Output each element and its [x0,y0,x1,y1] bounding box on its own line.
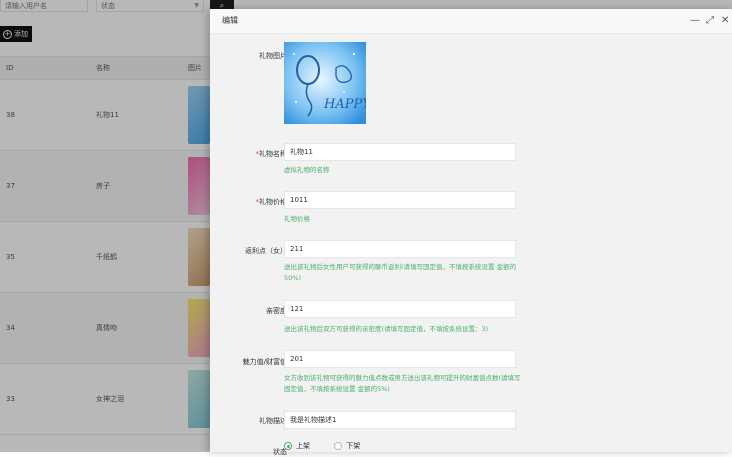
minimize-icon[interactable]: — [690,14,700,28]
close-icon[interactable]: ✕ [721,14,729,28]
status-radio-group: 上架 下架 [284,441,360,451]
rebate-label: 返利点（女） [245,247,287,255]
status-off-label: 下架 [346,442,361,450]
modal-header: 编辑 — ⤢ ✕ [210,9,732,34]
charm-hint: 女方收到该礼物可获得的魅力值点数或男方送出该礼物可提升的财富值点数(请填写固定值… [284,374,521,393]
status-off-option[interactable]: 下架 [334,442,360,450]
status-on-label: 上架 [296,442,310,450]
radio-checked-icon[interactable] [284,442,292,450]
edit-gift-modal: 编辑 — ⤢ ✕ 礼物图片 HAPPY *礼物名称 [210,9,732,456]
rebate-input[interactable]: 211 [284,240,516,258]
description-label: 礼物描述 [259,417,287,425]
gift-image-preview[interactable]: HAPPY [284,42,366,124]
image-label: 礼物图片 [259,52,287,60]
radio-unchecked-icon[interactable] [334,442,343,450]
charm-input[interactable]: 201 [284,350,516,368]
gift-price-input[interactable]: 1011 [284,191,516,209]
maximize-icon[interactable]: ⤢ [706,14,714,28]
name-label: *礼物名称 [255,150,288,158]
intimacy-hint: 送出该礼物后双方可获得的亲密度(请填写固定值，不填按系统设置：3) [284,325,489,333]
status-on-option[interactable]: 上架 [284,442,312,450]
gift-name-hint: 虚拟礼物的名称 [284,166,330,174]
rebate-hint: 送出该礼物后女性用户可获得的聊币返利(请填写固定值，不填按系统设置 金额的50%… [284,263,517,282]
modal-title: 编辑 [222,16,238,25]
intimacy-input[interactable]: 121 [284,300,516,318]
modal-form: 礼物图片 HAPPY *礼物名称 礼物11 虚拟礼物的名称 *礼物价格 [210,34,732,456]
charm-label: 魅力值/财富值 [242,358,287,366]
description-input[interactable]: 我是礼物描述1 [284,411,516,429]
price-label: *礼物价格 [255,198,288,206]
gift-price-hint: 礼物价格 [284,215,310,223]
gift-image-caption: HAPPY [323,97,366,112]
gift-name-input[interactable]: 礼物11 [284,143,516,161]
